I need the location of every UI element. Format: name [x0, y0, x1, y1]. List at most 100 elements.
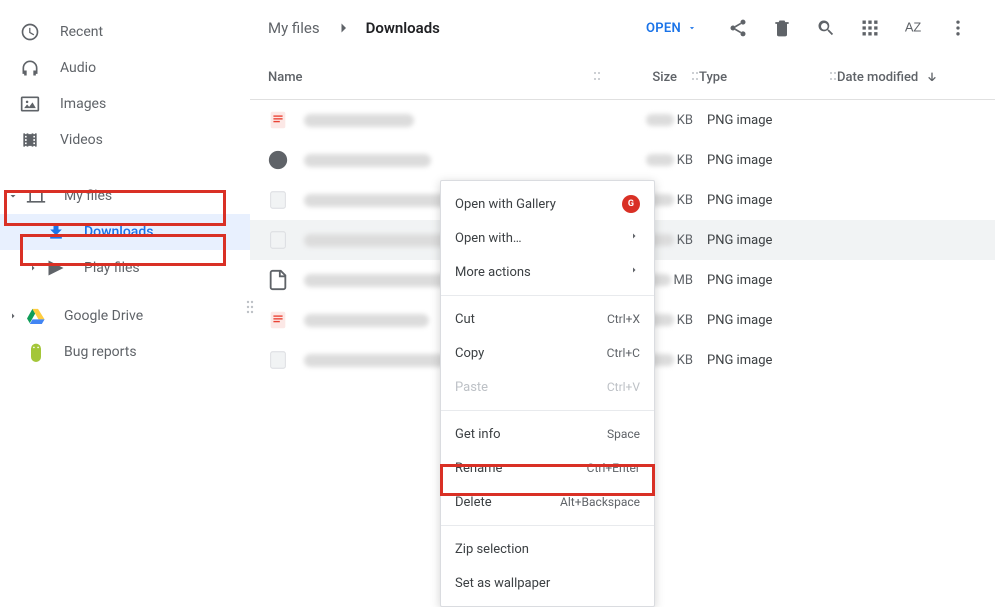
menu-item-label: Cut [455, 312, 475, 327]
menu-item-label: Zip selection [455, 542, 529, 557]
menu-shortcut: Ctrl+C [607, 346, 640, 360]
view-grid-icon[interactable] [859, 17, 881, 39]
file-type-icon [266, 348, 290, 372]
menu-item-get-info[interactable]: Get info Space [441, 417, 654, 451]
file-type-icon [266, 188, 290, 212]
cell-type: PNG image [707, 313, 837, 328]
caret-right-icon [26, 262, 40, 274]
sidebar-item-label: My files [64, 188, 112, 204]
sidebar-item-label: Images [60, 96, 106, 112]
menu-item-label: Rename [455, 461, 502, 476]
chevron-right-icon [334, 19, 352, 37]
menu-item-open-with-gallery[interactable]: Open with GalleryG [441, 187, 654, 221]
menu-item-rename[interactable]: RenameCtrl+Enter [441, 451, 654, 485]
sort-az-icon[interactable]: AZ [903, 17, 925, 39]
menu-shortcut: Space [607, 427, 640, 441]
clock-icon [20, 22, 40, 42]
download-icon [46, 222, 66, 242]
cell-size: KB [617, 113, 707, 128]
menu-item-label: Get info [455, 427, 501, 442]
file-name-blurred [304, 154, 431, 167]
cell-size: KB [617, 153, 707, 168]
file-type-icon [266, 108, 290, 132]
open-button[interactable]: OPEN [646, 21, 697, 36]
menu-item-label: Open with Gallery [455, 197, 556, 212]
cell-type: PNG image [707, 353, 837, 368]
sidebar-item-google-drive[interactable]: Google Drive [0, 298, 250, 334]
file-name-blurred [304, 114, 414, 127]
table-row[interactable]: KBPNG image [250, 100, 995, 140]
sidebar-item-label: Audio [60, 60, 96, 76]
sidebar-item-play-files[interactable]: Play files [0, 250, 250, 286]
sidebar-item-recent[interactable]: Recent [0, 14, 250, 50]
open-button-label: OPEN [646, 21, 681, 36]
sidebar-item-downloads[interactable]: Downloads [0, 214, 250, 250]
column-resize-icon[interactable] [829, 69, 837, 87]
sidebar: Recent Audio Images Videos My files Down… [0, 0, 250, 561]
table-row[interactable]: KBPNG image [250, 140, 995, 180]
file-type-icon [266, 268, 290, 292]
menu-item-delete[interactable]: Delete Alt+Backspace [441, 485, 654, 519]
sidebar-item-label: Bug reports [64, 344, 137, 360]
file-type-icon [266, 228, 290, 252]
column-header-date[interactable]: Date modified [837, 70, 918, 85]
table-header: Name Size Type Date modified [250, 56, 995, 100]
resize-handle-icon[interactable] [246, 300, 254, 318]
cell-type: PNG image [707, 273, 837, 288]
sidebar-item-bug-reports[interactable]: Bug reports [0, 334, 250, 370]
image-icon [20, 94, 40, 114]
column-header-name[interactable]: Name [268, 70, 303, 85]
bug-icon [26, 342, 46, 362]
column-resize-icon[interactable] [691, 69, 699, 87]
cell-type: PNG image [707, 193, 837, 208]
menu-shortcut: Alt+Backspace [560, 495, 640, 509]
caret-down-icon [687, 23, 697, 33]
menu-item-set-as-wallpaper[interactable]: Set as wallpaper [441, 566, 654, 600]
search-icon[interactable] [815, 17, 837, 39]
file-name-blurred [304, 194, 448, 207]
menu-item-label: Paste [455, 380, 488, 395]
laptop-icon [26, 186, 46, 206]
menu-shortcut: Ctrl+V [607, 380, 640, 394]
arrow-down-icon [924, 70, 940, 86]
chevron-right-icon [628, 230, 640, 246]
video-icon [20, 130, 40, 150]
menu-item-cut[interactable]: Cut Ctrl+X [441, 302, 654, 336]
menu-item-paste: Paste Ctrl+V [441, 370, 654, 404]
menu-divider [441, 295, 654, 296]
sidebar-item-my-files[interactable]: My files [0, 178, 250, 214]
more-vertical-icon[interactable] [947, 17, 969, 39]
column-header-size[interactable]: Size [652, 70, 677, 85]
sidebar-item-label: Downloads [84, 224, 153, 240]
menu-item-label: Delete [455, 495, 492, 510]
file-type-icon [266, 148, 290, 172]
sidebar-item-images[interactable]: Images [0, 86, 250, 122]
drive-icon [26, 306, 46, 326]
column-resize-icon[interactable] [593, 69, 601, 87]
menu-item-more-actions[interactable]: More actions [441, 255, 654, 289]
cell-type: PNG image [707, 233, 837, 248]
sidebar-item-videos[interactable]: Videos [0, 122, 250, 158]
menu-divider [441, 410, 654, 411]
file-type-icon [266, 308, 290, 332]
headphones-icon [20, 58, 40, 78]
toolbar: OPEN AZ [646, 17, 969, 39]
menu-item-label: More actions [455, 265, 531, 280]
menu-item-copy[interactable]: CopyCtrl+C [441, 336, 654, 370]
menu-item-label: Open with… [455, 231, 522, 246]
menu-shortcut: Ctrl+X [607, 312, 640, 326]
breadcrumb-parent[interactable]: My files [268, 19, 320, 37]
breadcrumb: My files Downloads [268, 19, 646, 37]
caret-down-icon [6, 190, 20, 202]
breadcrumb-current: Downloads [366, 19, 440, 37]
share-icon[interactable] [727, 17, 749, 39]
sidebar-item-audio[interactable]: Audio [0, 50, 250, 86]
chevron-right-icon [628, 264, 640, 280]
topbar: My files Downloads OPEN AZ [250, 0, 995, 56]
cell-type: PNG image [707, 153, 837, 168]
menu-item-open-with[interactable]: Open with… [441, 221, 654, 255]
cell-type: PNG image [707, 113, 837, 128]
column-header-type[interactable]: Type [699, 70, 727, 85]
file-name-blurred [304, 314, 429, 327]
trash-icon[interactable] [771, 17, 793, 39]
